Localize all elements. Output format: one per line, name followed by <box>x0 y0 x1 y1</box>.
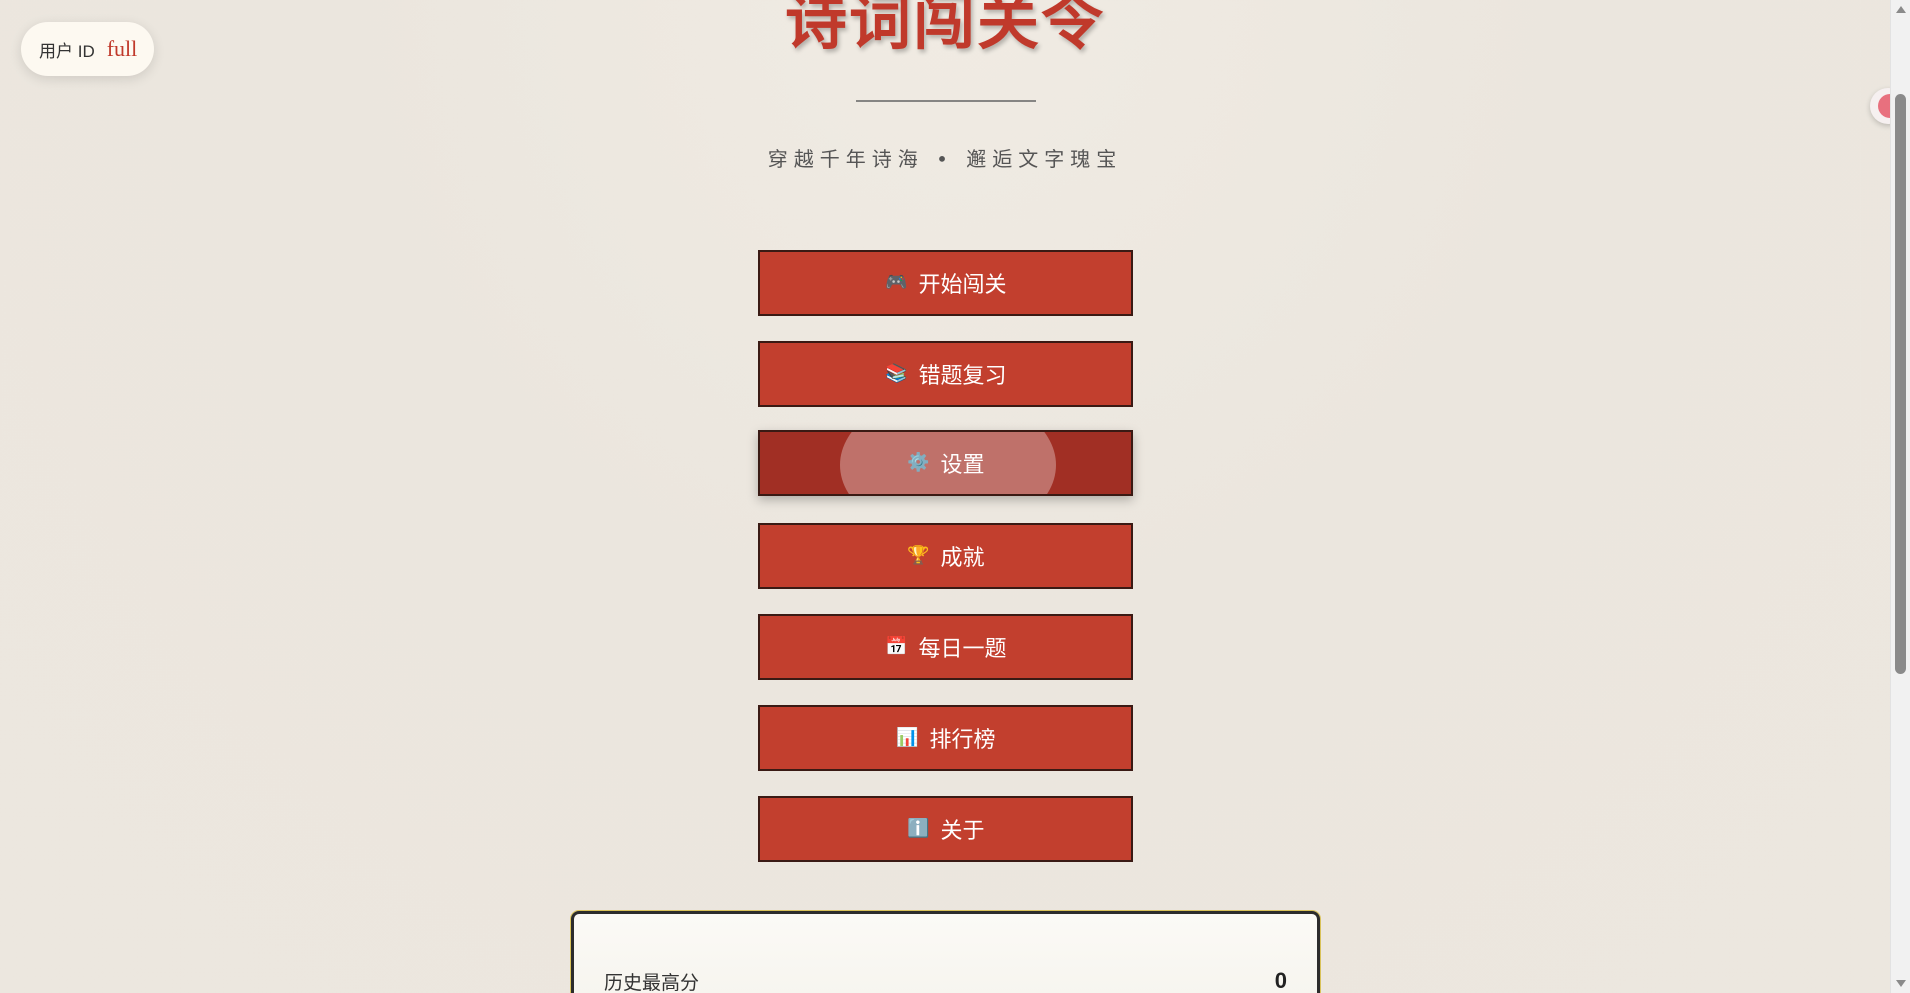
achievements-button[interactable]: 🏆 成就 <box>758 523 1133 589</box>
assistant-icon <box>1878 94 1890 118</box>
leaderboard-label: 排行榜 <box>929 728 996 753</box>
about-label: 关于 <box>940 819 985 844</box>
achievements-label: 成就 <box>940 546 985 571</box>
best-score-value: 0 <box>1274 968 1287 993</box>
scroll-up-arrow-icon[interactable] <box>1896 6 1906 13</box>
page: 用户 ID full 诗词闯关令 穿越千年诗海 • 邂逅文字瑰宝 🎮 开始闯关 … <box>0 0 1890 993</box>
books-icon: 📚 <box>885 363 908 384</box>
daily-question-button[interactable]: 📅 每日一题 <box>758 614 1133 680</box>
scroll-down-arrow-icon[interactable] <box>1896 980 1906 987</box>
review-mistakes-button[interactable]: 📚 错题复习 <box>758 341 1133 407</box>
calendar-icon: 📅 <box>885 636 908 657</box>
page-subtitle: 穿越千年诗海 • 邂逅文字瑰宝 <box>767 147 1123 171</box>
info-icon: ℹ️ <box>907 818 930 839</box>
daily-question-label: 每日一题 <box>918 637 1007 662</box>
vertical-scrollbar[interactable] <box>1890 0 1910 993</box>
start-game-button[interactable]: 🎮 开始闯关 <box>758 250 1133 316</box>
gear-icon: ⚙️ <box>907 452 930 473</box>
best-score-label: 历史最高分 <box>604 973 700 993</box>
start-game-label: 开始闯关 <box>918 273 1007 298</box>
floating-assistant-button[interactable] <box>1870 88 1890 124</box>
page-title: 诗词闯关令 <box>784 0 1105 58</box>
trophy-icon: 🏆 <box>907 545 930 566</box>
bar-chart-icon: 📊 <box>896 727 919 748</box>
gamepad-icon: 🎮 <box>885 272 908 293</box>
review-mistakes-label: 错题复习 <box>918 364 1007 389</box>
about-button[interactable]: ℹ️ 关于 <box>758 796 1133 862</box>
title-divider <box>856 100 1036 102</box>
stats-card: 历史最高分 0 <box>571 911 1320 993</box>
settings-label: 设置 <box>940 453 985 478</box>
leaderboard-button[interactable]: 📊 排行榜 <box>758 705 1133 771</box>
settings-button[interactable]: ⚙️ 设置 <box>758 430 1133 496</box>
scrollbar-thumb[interactable] <box>1895 94 1906 674</box>
